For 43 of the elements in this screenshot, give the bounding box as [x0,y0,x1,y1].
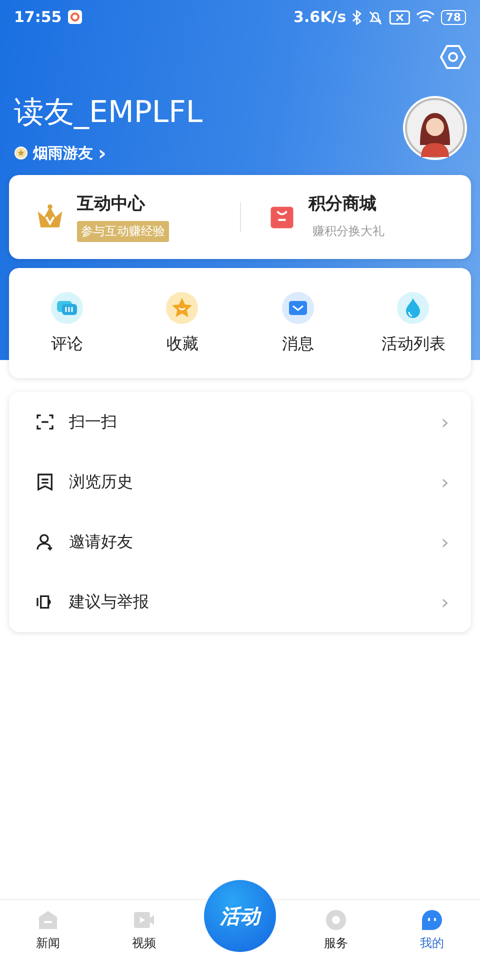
bell-muted-icon [368,10,383,24]
profile-tab-icon [420,908,444,932]
feature-subtitle: 赚积分换大礼 [312,223,386,240]
chevron: › [441,470,449,494]
feature-subtitle: 参与互动赚经验 [77,221,169,242]
home-icon [36,908,60,932]
menu-item[interactable]: 邀请好友 [69,532,427,552]
shortcut-label[interactable]: 消息 [282,334,314,354]
bluetooth-icon [352,10,362,24]
mail-icon [282,292,314,324]
avatar[interactable] [402,94,468,160]
sim-icon [388,10,410,24]
chat-bubble-icon [50,292,83,324]
battery-level: 78 [440,10,466,24]
settings-icon[interactable] [440,44,466,70]
menu-item[interactable]: 建议与举报 [69,592,427,612]
user-level-link[interactable]: 烟雨游友 [33,144,93,162]
clock: 17:55 [14,8,62,26]
document-icon [35,472,55,492]
water-drop-icon [397,292,430,324]
chevron: › [98,143,106,163]
shortcut-label[interactable]: 活动列表 [381,334,446,354]
shortcut-label[interactable]: 评论 [50,334,83,354]
network-speed: 3.6K/s [294,8,346,26]
menu-item[interactable]: 扫一扫 [69,412,427,432]
shortcut-label[interactable]: 收藏 [166,334,198,354]
feature-title[interactable]: 互动中心 [77,192,169,215]
add-user-icon [35,532,55,552]
nav-tab[interactable]: 新闻 [0,908,96,952]
menu-item[interactable]: 浏览历史 [69,472,427,492]
user-name: 读友_EMPLFL [14,94,204,132]
wifi-icon [416,10,435,24]
feature-title[interactable]: 积分商城 [308,192,388,215]
nav-tab[interactable]: 我的 [384,908,480,952]
app-notification-icon [68,10,82,24]
chevron: › [441,410,449,434]
chevron: › [441,530,449,554]
level-badge-icon [14,146,28,160]
chevron: › [441,590,449,614]
nav-tab[interactable]: 视频 [96,908,192,952]
nav-tab[interactable]: 服务 [288,908,384,952]
service-icon [324,908,348,932]
scan-icon [35,412,55,432]
